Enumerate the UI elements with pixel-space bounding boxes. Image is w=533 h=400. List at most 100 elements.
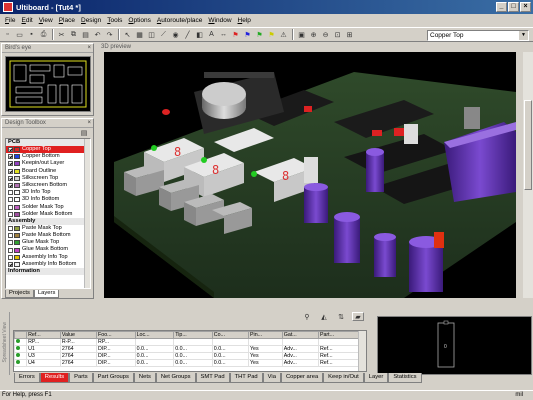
menu-place[interactable]: Place	[56, 17, 78, 24]
layer-item[interactable]: Keepin/out Layer	[6, 160, 90, 167]
layer-item[interactable]: Copper Bottom	[6, 153, 90, 160]
column-header[interactable]: Tip...	[173, 331, 213, 339]
view-3d-scrollbar[interactable]	[523, 52, 533, 298]
menu-file[interactable]: File	[2, 17, 19, 24]
layer-visibility-checkbox[interactable]	[8, 211, 13, 217]
layer-group-header[interactable]: Information	[6, 268, 90, 275]
layer-visibility-checkbox[interactable]	[8, 183, 13, 189]
layer-group-header[interactable]: PCB	[6, 139, 90, 146]
spreadsheet-tab[interactable]: Copper area	[280, 373, 324, 383]
column-header[interactable]: Part...	[317, 331, 361, 339]
spreadsheet-tab[interactable]: Statistics	[388, 373, 422, 383]
find-icon[interactable]: ⚲	[301, 312, 313, 321]
column-header[interactable]: Co...	[211, 331, 249, 339]
layer-item[interactable]: 3D Info Bottom	[6, 196, 90, 203]
chevron-down-icon[interactable]: ▼	[519, 31, 528, 40]
table-row[interactable]: U4 2764 DIP... 0.0... 0.0... 0.0... Yes Adv... R…	[14, 359, 361, 367]
drc-icon[interactable]: ⚠	[278, 29, 289, 40]
export-icon[interactable]: ▰	[352, 312, 364, 321]
layer-select[interactable]: Copper Top ▼	[427, 30, 529, 41]
table-row[interactable]: U3 2764 DIP... 0.0... 0.0... 0.0... Yes Adv... R…	[14, 352, 361, 360]
zoom-fit-icon[interactable]: ⊞	[344, 29, 355, 40]
layer-visibility-checkbox[interactable]	[8, 225, 13, 231]
spreadsheet-tab[interactable]: SMT Pad	[195, 373, 230, 383]
flag-green-icon[interactable]: ⚑	[254, 29, 265, 40]
menu-view[interactable]: View	[36, 17, 56, 24]
layer-item[interactable]: Board Outline	[6, 168, 90, 175]
layer-tree-scrollbar[interactable]	[84, 139, 90, 288]
toolbox-options-icon[interactable]: ▤	[80, 129, 88, 137]
layer-item[interactable]: Silkscreen Bottom	[6, 182, 90, 189]
redo-icon[interactable]: ↷	[104, 29, 115, 40]
cut-icon[interactable]: ✂	[56, 29, 67, 40]
layer-visibility-checkbox[interactable]	[8, 154, 13, 160]
menu-edit[interactable]: Edit	[19, 17, 36, 24]
column-header[interactable]: Value	[59, 331, 98, 339]
close-icon[interactable]: ×	[87, 119, 91, 128]
zoom-out-icon[interactable]: ⊖	[320, 29, 331, 40]
layer-item[interactable]: Copper Top	[6, 146, 90, 154]
menu-help[interactable]: Help	[235, 17, 254, 24]
layer-visibility-checkbox[interactable]	[8, 240, 13, 246]
save-icon[interactable]: ▪	[26, 29, 37, 40]
select-icon[interactable]: ↖	[122, 29, 133, 40]
spreadsheet-tab[interactable]: Part Groups	[92, 373, 134, 383]
column-header[interactable]: Foo...	[96, 331, 136, 339]
column-header[interactable]: Loc...	[134, 331, 175, 339]
menu-window[interactable]: Window	[205, 17, 234, 24]
layer-visibility-checkbox[interactable]	[8, 190, 13, 196]
layer-visibility-checkbox[interactable]	[8, 168, 13, 174]
new-icon[interactable]: ▫	[2, 29, 13, 40]
layer-item[interactable]: Solder Mask Bottom	[6, 211, 90, 218]
spreadsheet-tab[interactable]: Errors	[14, 373, 40, 383]
close-button[interactable]: ×	[520, 2, 531, 12]
layer-item[interactable]: Glue Mask Bottom	[6, 246, 90, 253]
layer-item[interactable]: Glue Mask Top	[6, 239, 90, 246]
menu-tools[interactable]: Tools	[104, 17, 125, 24]
maximize-button[interactable]: □	[508, 2, 519, 12]
layer-visibility-checkbox[interactable]	[8, 247, 13, 253]
via-icon[interactable]: ◉	[170, 29, 181, 40]
spreadsheet-tab[interactable]: Via	[262, 373, 281, 383]
table-row[interactable]: RP... R-P... RP...	[14, 338, 361, 346]
layer-item[interactable]: 3D Info Top	[6, 189, 90, 196]
layer-visibility-checkbox[interactable]	[8, 175, 13, 181]
menu-design[interactable]: Design	[78, 17, 104, 24]
spreadsheet-tab[interactable]: Results	[39, 373, 70, 383]
spreadsheet-tab[interactable]: Layer	[363, 373, 389, 383]
undo-icon[interactable]: ↶	[92, 29, 103, 40]
pad-icon[interactable]: ◧	[194, 29, 205, 40]
layer-visibility-checkbox[interactable]	[8, 254, 13, 260]
flag-yellow-icon[interactable]: ⚑	[266, 29, 277, 40]
close-icon[interactable]: ×	[87, 44, 91, 53]
layer-visibility-checkbox[interactable]	[8, 161, 13, 167]
spreadsheet-tab[interactable]: THT Pad	[229, 373, 263, 383]
place-icon[interactable]: ◫	[146, 29, 157, 40]
column-header[interactable]: Ref...	[26, 331, 61, 339]
line-icon[interactable]: ╱	[182, 29, 193, 40]
filter-icon[interactable]: ◭	[318, 312, 330, 321]
zoom-area-icon[interactable]: ⊡	[332, 29, 343, 40]
grid-icon[interactable]: ▦	[134, 29, 145, 40]
spreadsheet-tab[interactable]: Nets	[133, 373, 156, 383]
spreadsheet-tab[interactable]: Keep in/Out	[323, 373, 364, 383]
zoom-in-icon[interactable]: ⊕	[308, 29, 319, 40]
open-icon[interactable]: ▭	[14, 29, 25, 40]
layer-visibility-checkbox[interactable]	[8, 147, 13, 153]
route-icon[interactable]: ⟋	[158, 29, 169, 40]
print-icon[interactable]: ⎙	[38, 29, 49, 40]
column-header[interactable]: Gat...	[281, 331, 319, 339]
birdseye-view[interactable]	[5, 56, 91, 112]
flag-blue-icon[interactable]: ⚑	[242, 29, 253, 40]
column-header[interactable]: Pin...	[247, 331, 283, 339]
measure-icon[interactable]: ↔	[218, 29, 229, 40]
layer-item[interactable]: Paste Mask Top	[6, 225, 90, 232]
layer-item[interactable]: Paste Mask Bottom	[6, 232, 90, 239]
column-header[interactable]	[14, 331, 28, 339]
layer-item[interactable]: Solder Mask Top	[6, 204, 90, 211]
layer-visibility-checkbox[interactable]	[8, 204, 13, 210]
spreadsheet-tab[interactable]: Net Groups	[155, 373, 196, 383]
tab-layers[interactable]: Layers	[33, 290, 60, 298]
layer-item[interactable]: Silkscreen Top	[6, 175, 90, 182]
text-icon[interactable]: A	[206, 29, 217, 40]
